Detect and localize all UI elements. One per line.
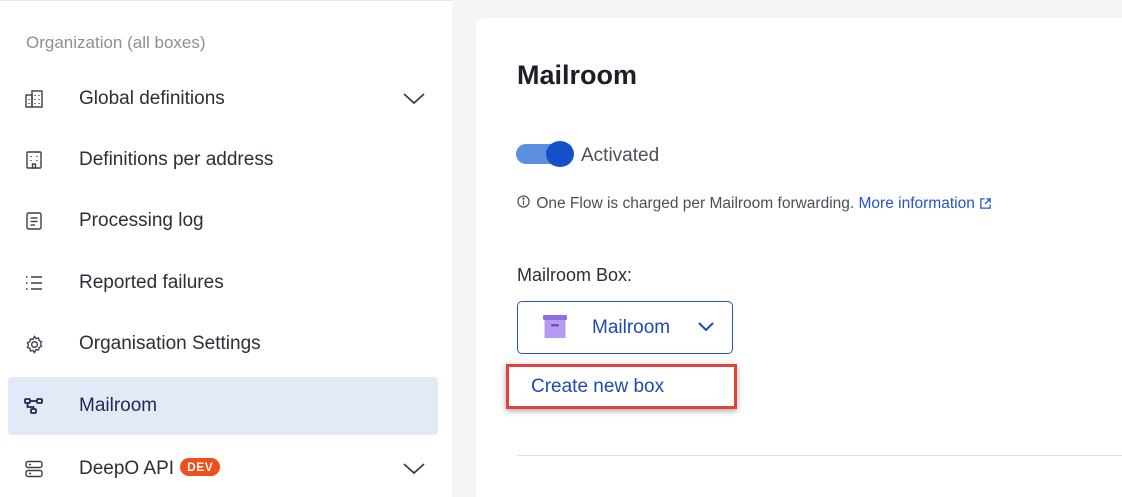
page-title: Mailroom [517, 60, 638, 90]
sidebar-item-organisation-settings[interactable]: Organisation Settings [8, 315, 438, 373]
chevron-down-icon[interactable] [402, 87, 426, 111]
sidebar-heading: Organization (all boxes) [26, 33, 206, 52]
external-link-icon [979, 197, 992, 215]
sidebar-item-label: Reported failures [79, 272, 224, 293]
sidebar-item-global-definitions[interactable]: Global definitions [8, 70, 438, 128]
create-new-box-link[interactable]: Create new box [531, 376, 664, 398]
info-text: One Flow is charged per Mailroom forward… [536, 195, 855, 212]
toggle-knob [546, 141, 574, 167]
sidebar-item-label: Organisation Settings [79, 333, 261, 354]
sidebar-item-label: Definitions per address [79, 149, 274, 170]
chevron-down-icon [698, 319, 714, 337]
divider [517, 455, 1122, 456]
gear-icon [24, 334, 44, 354]
flow-icon [24, 396, 44, 416]
mailroom-box-label: Mailroom Box: [517, 265, 633, 285]
toggle-label: Activated [581, 145, 660, 166]
sidebar-item-label: DeepO API DEV [79, 458, 221, 480]
server-icon [24, 459, 44, 479]
info-icon [517, 195, 530, 213]
sidebar-item-deepo-api[interactable]: DeepO API DEV [8, 440, 438, 497]
more-information-link[interactable]: More information [859, 195, 992, 212]
sidebar: Organization (all boxes) Global definiti… [0, 0, 452, 497]
archive-box-icon [542, 314, 568, 345]
sidebar-item-label: Global definitions [79, 88, 225, 109]
mailroom-box-select[interactable]: Mailroom [517, 301, 733, 354]
building-grid-icon [24, 89, 44, 109]
info-note: One Flow is charged per Mailroom forward… [517, 195, 992, 215]
mailroom-panel: Mailroom Activated One Flow is charged p… [476, 18, 1122, 497]
dev-badge: DEV [180, 458, 221, 476]
box-select-value: Mailroom [592, 317, 671, 338]
more-information-label: More information [858, 195, 975, 212]
activation-toggle[interactable] [516, 141, 574, 167]
sidebar-item-definitions-per-address[interactable]: Definitions per address [8, 131, 438, 189]
sidebar-item-label: Mailroom [79, 395, 158, 416]
list-icon [24, 273, 44, 293]
chevron-down-icon[interactable] [402, 457, 426, 481]
sidebar-item-text: DeepO API [79, 458, 175, 479]
sidebar-item-mailroom[interactable]: Mailroom [8, 377, 438, 435]
building-icon [24, 150, 44, 170]
sidebar-item-reported-failures[interactable]: Reported failures [8, 254, 438, 312]
sidebar-item-processing-log[interactable]: Processing log [8, 192, 438, 250]
sidebar-item-label: Processing log [79, 210, 204, 231]
document-icon [24, 211, 44, 231]
